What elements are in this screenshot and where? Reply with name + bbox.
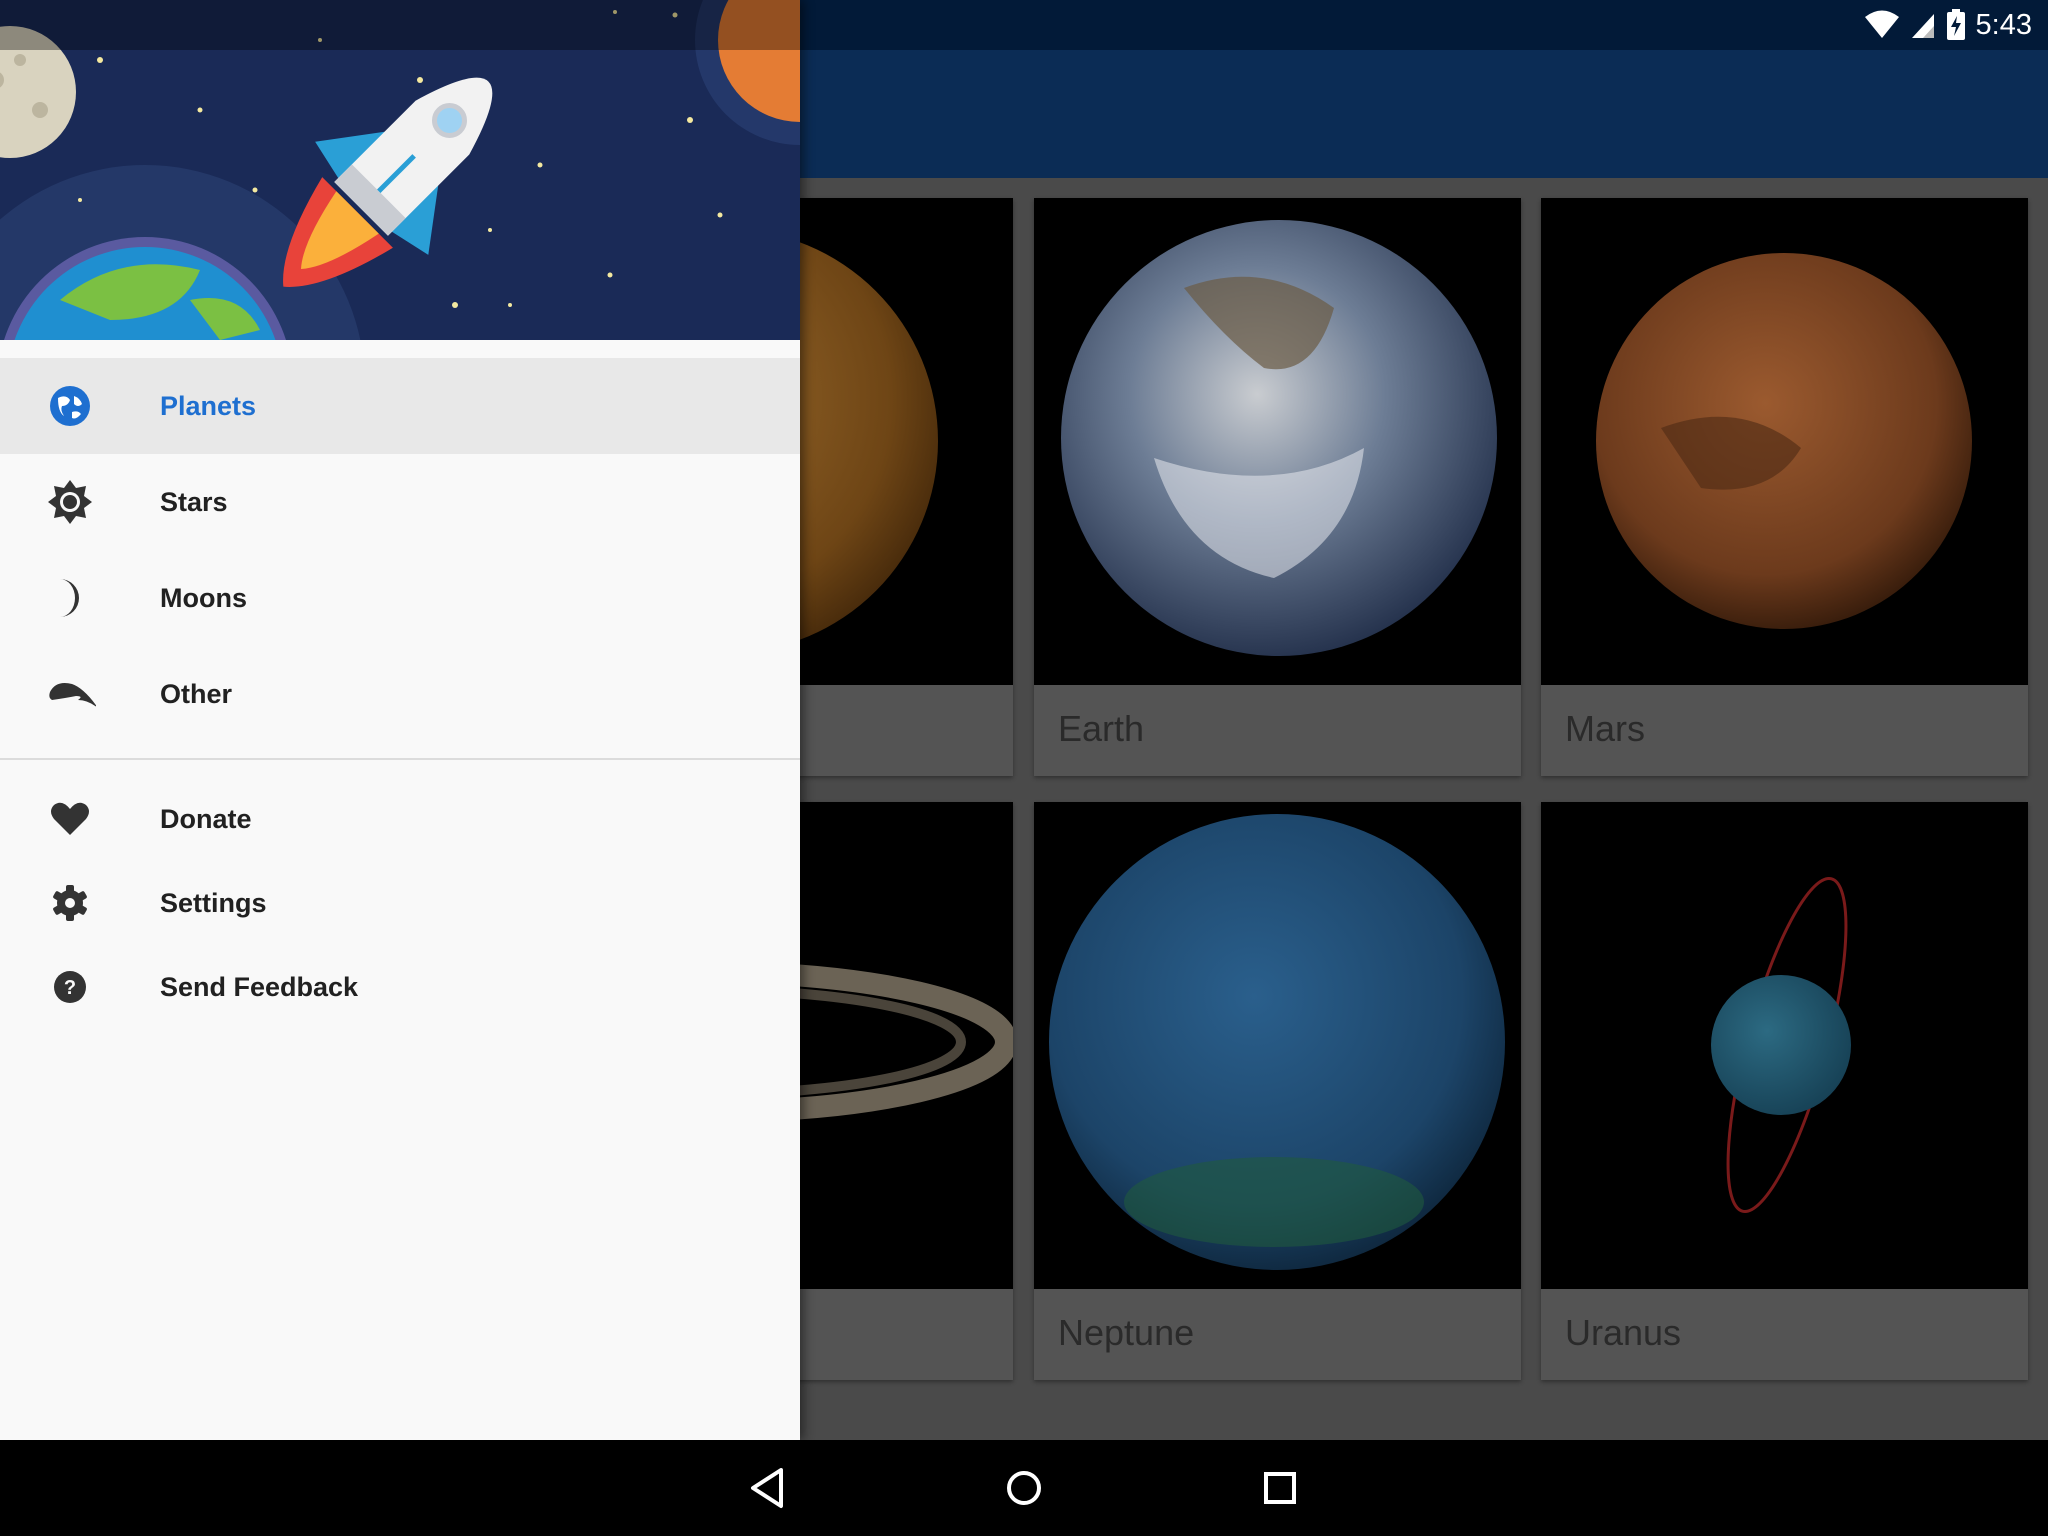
- nav-item-moons[interactable]: Moons: [0, 550, 800, 646]
- drawer-status-overlay: [0, 0, 800, 50]
- battery-charging-icon: [1946, 9, 1965, 40]
- sun-icon: [48, 480, 92, 524]
- back-icon[interactable]: [741, 1460, 797, 1516]
- nav-item-label: Moons: [160, 583, 247, 613]
- clock: 5:43: [1975, 8, 2032, 41]
- navigation-drawer: Planets Stars Moons Other Donate Setting…: [0, 0, 800, 1440]
- planet-name: Uranus: [1565, 1312, 1682, 1353]
- heart-icon: [51, 802, 89, 835]
- nav-item-label: Settings: [160, 888, 267, 918]
- system-navigation-bar: [0, 1440, 2048, 1536]
- planet-name: Neptune: [1058, 1312, 1195, 1353]
- nav-item-send-feedback[interactable]: ? Send Feedback: [0, 945, 800, 1029]
- signal-icon: [1911, 14, 1934, 38]
- nav-item-label: Donate: [160, 804, 252, 834]
- gear-icon: [53, 885, 87, 921]
- planet-card-earth[interactable]: Earth: [1034, 198, 1521, 776]
- recents-icon[interactable]: [1252, 1460, 1308, 1516]
- drawer-divider: [0, 758, 800, 760]
- earth-image: [1034, 198, 1521, 685]
- planet-name: Earth: [1058, 708, 1145, 749]
- help-icon: ?: [54, 971, 86, 1003]
- planet-name: Mars: [1565, 708, 1645, 749]
- planet-card-uranus[interactable]: Uranus: [1541, 802, 2028, 1380]
- moon-icon: [60, 579, 79, 617]
- comet-icon: [49, 683, 96, 707]
- drawer-header-illustration: [0, 0, 800, 340]
- planet-card-mars[interactable]: Mars: [1541, 198, 2028, 776]
- svg-text:?: ?: [64, 977, 76, 999]
- nav-item-label: Send Feedback: [160, 972, 359, 1002]
- status-icons: 5:43: [1864, 6, 2032, 44]
- mars-image: [1541, 198, 2028, 685]
- nav-item-label: Stars: [160, 487, 228, 517]
- planet-card-neptune[interactable]: Neptune: [1034, 802, 1521, 1380]
- home-icon[interactable]: [996, 1460, 1052, 1516]
- nav-item-other[interactable]: Other: [0, 646, 800, 742]
- nav-item-settings[interactable]: Settings: [0, 861, 800, 945]
- wifi-icon: [1864, 10, 1899, 38]
- neptune-image: [1034, 802, 1521, 1289]
- space-illustration: [0, 0, 800, 340]
- globe-icon: [50, 386, 90, 426]
- nav-item-label: Other: [160, 679, 233, 709]
- nav-item-stars[interactable]: Stars: [0, 454, 800, 550]
- uranus-image: [1541, 802, 2028, 1289]
- nav-item-planets[interactable]: Planets: [0, 358, 800, 454]
- nav-item-label: Planets: [160, 391, 257, 421]
- nav-item-donate[interactable]: Donate: [0, 777, 800, 861]
